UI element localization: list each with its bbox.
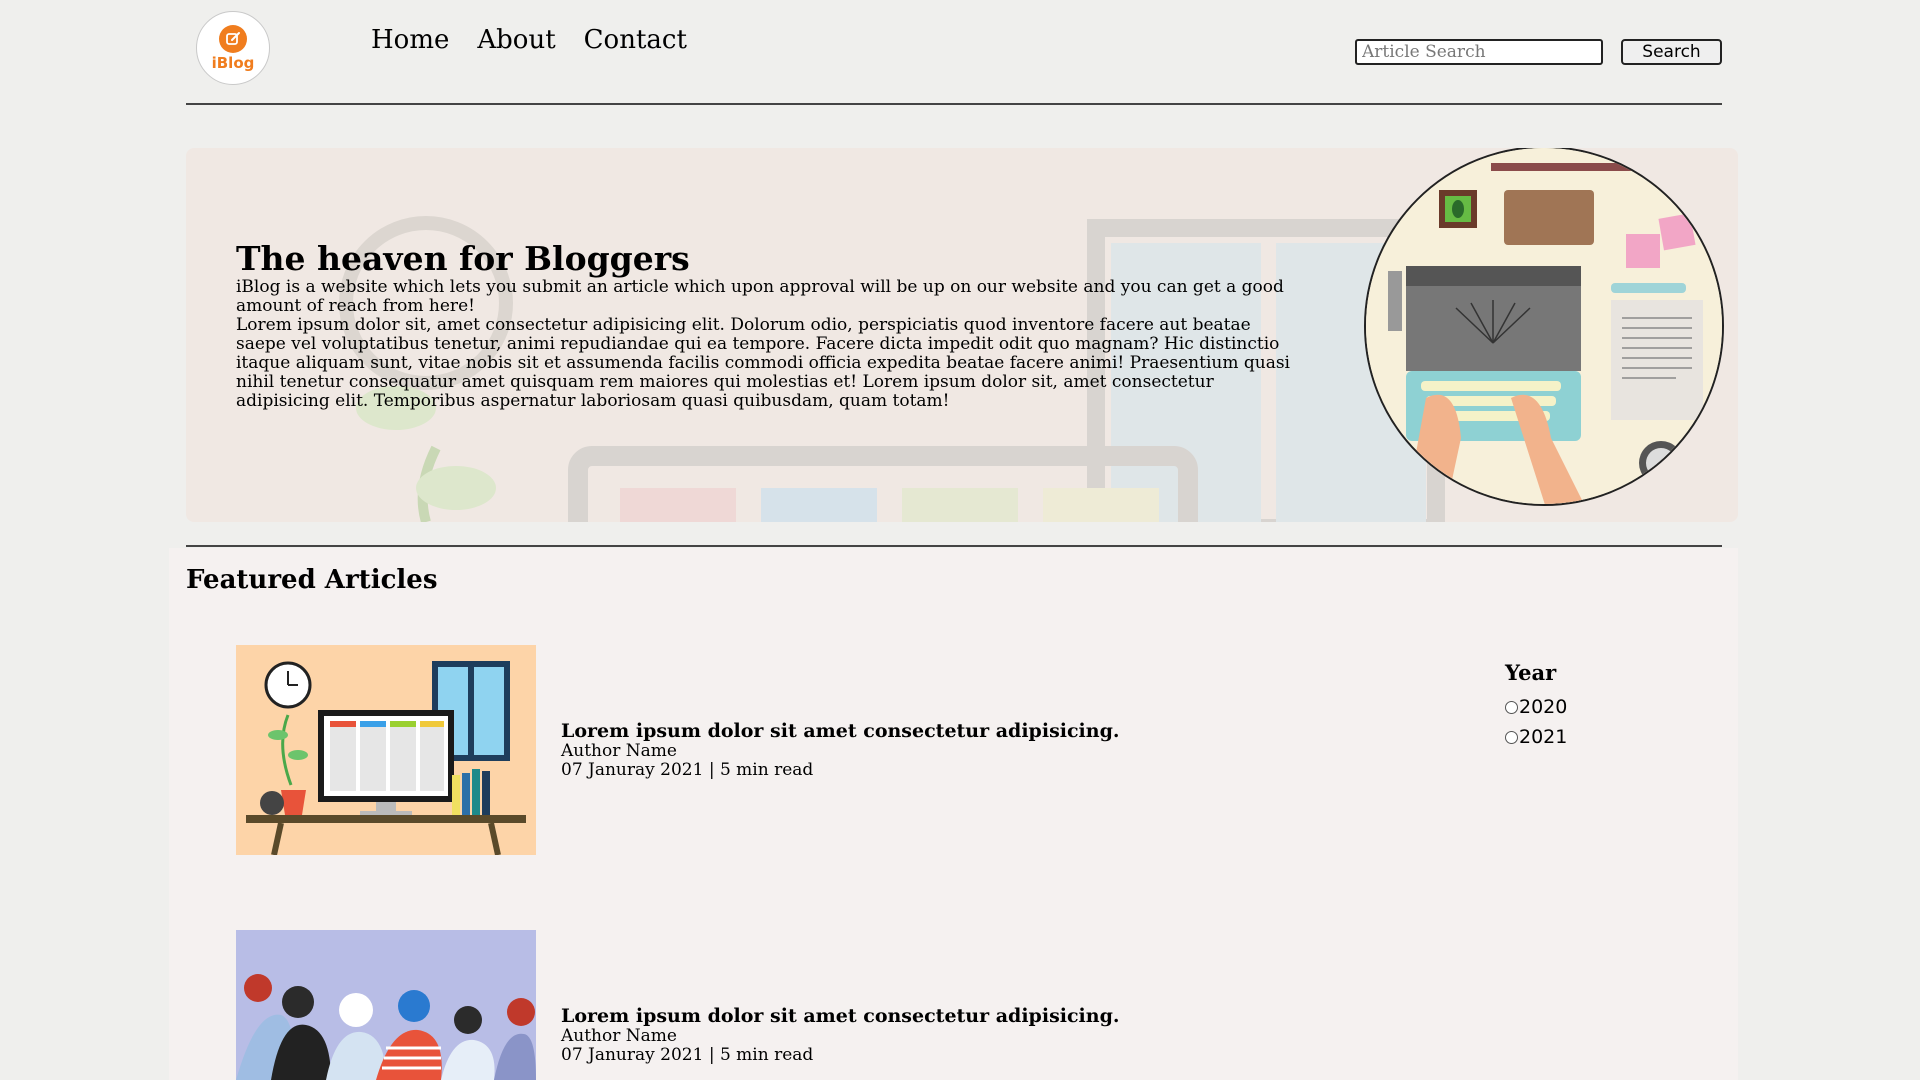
year-option-2020[interactable]: 2020 xyxy=(1505,692,1567,722)
article-card[interactable]: Lorem ipsum dolor sit amet consectetur a… xyxy=(561,720,1119,780)
nav-home[interactable]: Home xyxy=(371,24,449,56)
nav-contact[interactable]: Contact xyxy=(584,24,687,56)
article-card[interactable]: Lorem ipsum dolor sit amet consectetur a… xyxy=(561,1005,1119,1065)
article-date: 07 Januray 2021 | 5 min read xyxy=(561,1045,814,1065)
hero-divider xyxy=(186,545,1722,547)
logo-text: iBlog xyxy=(211,53,255,72)
article-author: Author Name xyxy=(561,741,677,761)
year-option-label: 2020 xyxy=(1519,696,1568,718)
search-input[interactable] xyxy=(1355,39,1603,65)
featured-title: Featured Articles xyxy=(186,565,438,595)
header-divider xyxy=(186,103,1722,105)
main-nav: Home About Contact xyxy=(371,24,687,56)
year-option-2021[interactable]: 2021 xyxy=(1505,722,1567,752)
article-title[interactable]: Lorem ipsum dolor sit amet consectetur a… xyxy=(561,720,1119,742)
radio-button[interactable] xyxy=(1505,730,1518,744)
article-thumbnail[interactable] xyxy=(236,645,536,855)
edit-icon xyxy=(219,24,247,53)
hero-intro: iBlog is a website which lets you submit… xyxy=(236,277,1284,316)
year-option-label: 2021 xyxy=(1519,726,1568,748)
hero-banner: The heaven for Bloggers iBlog is a websi… xyxy=(186,148,1738,522)
year-filter-title: Year xyxy=(1505,660,1557,685)
hero-title: The heaven for Bloggers xyxy=(236,239,690,278)
year-filter: Year 2020 2021 xyxy=(1505,660,1567,752)
article-title[interactable]: Lorem ipsum dolor sit amet consectetur a… xyxy=(561,1005,1119,1027)
article-date: 07 Januray 2021 | 5 min read xyxy=(561,760,814,780)
search-button[interactable]: Search xyxy=(1621,39,1722,65)
article-thumbnail[interactable] xyxy=(236,930,536,1080)
typewriter-illustration xyxy=(1364,148,1724,506)
hero-text: The heaven for Bloggers iBlog is a websi… xyxy=(236,240,1300,411)
nav-about[interactable]: About xyxy=(477,24,555,56)
article-author: Author Name xyxy=(561,1026,677,1046)
logo[interactable]: iBlog xyxy=(196,11,270,85)
radio-button[interactable] xyxy=(1505,700,1518,714)
hero-body: Lorem ipsum dolor sit, amet consectetur … xyxy=(236,315,1290,411)
